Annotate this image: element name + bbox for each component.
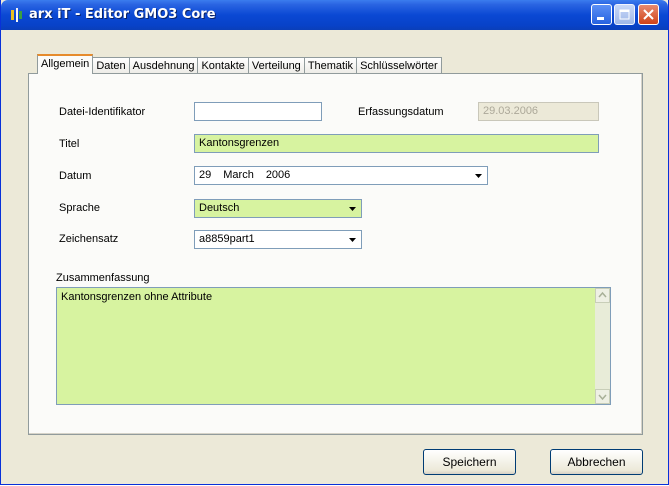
- close-button[interactable]: [638, 4, 659, 25]
- file-id-label: Datei-Identifikator: [59, 106, 146, 118]
- tab-strip: Allgemein Daten Ausdehnung Kontakte Vert…: [37, 54, 442, 74]
- maximize-button[interactable]: [614, 4, 635, 25]
- chevron-down-icon[interactable]: [472, 169, 485, 182]
- charset-label: Zeichensatz: [59, 233, 119, 245]
- charset-select[interactable]: a8859part1: [194, 230, 362, 249]
- tab-schluesselwoerter[interactable]: Schlüsselwörter: [356, 57, 442, 74]
- window-title: arx iT - Editor GMO3 Core: [29, 7, 216, 22]
- minimize-icon: [597, 17, 604, 20]
- date-year: 2006: [265, 169, 291, 181]
- charset-value: a8859part1: [199, 233, 255, 245]
- maximize-icon: [619, 9, 630, 20]
- cancel-button[interactable]: Abbrechen: [550, 449, 643, 475]
- tab-daten[interactable]: Daten: [92, 57, 130, 74]
- capture-date-input: 29.03.2006: [478, 102, 599, 121]
- title-input[interactable]: Kantonsgrenzen: [194, 134, 599, 153]
- date-label: Datum: [59, 170, 92, 182]
- scroll-down-icon[interactable]: [595, 389, 610, 404]
- summary-textarea[interactable]: Kantonsgrenzen ohne Attribute: [56, 287, 611, 405]
- capture-date-label: Erfassungsdatum: [358, 106, 444, 118]
- close-icon: [643, 9, 654, 20]
- chevron-down-icon[interactable]: [346, 233, 359, 246]
- title-bar[interactable]: arx iT - Editor GMO3 Core: [1, 0, 668, 30]
- scroll-up-icon[interactable]: [595, 288, 610, 303]
- language-label: Sprache: [59, 202, 100, 214]
- summary-label: Zusammenfassung: [56, 272, 150, 284]
- tab-ausdehnung[interactable]: Ausdehnung: [128, 57, 199, 74]
- tab-allgemein[interactable]: Allgemein: [37, 54, 94, 74]
- summary-scrollbar[interactable]: [595, 288, 610, 404]
- tab-verteilung[interactable]: Verteilung: [247, 57, 305, 74]
- minimize-button[interactable]: [591, 4, 612, 25]
- tab-thematik[interactable]: Thematik: [303, 57, 358, 74]
- chevron-down-icon[interactable]: [346, 202, 359, 215]
- date-picker[interactable]: 29 March 2006: [194, 166, 488, 185]
- title-label: Titel: [59, 138, 80, 150]
- save-button[interactable]: Speichern: [423, 449, 516, 475]
- language-value: Deutsch: [199, 202, 240, 214]
- file-id-input[interactable]: [194, 102, 322, 121]
- date-day: 29: [199, 169, 212, 181]
- language-select[interactable]: Deutsch: [194, 199, 362, 218]
- editor-window: arx iT - Editor GMO3 Core Allgemein Date…: [0, 0, 669, 485]
- summary-text: Kantonsgrenzen ohne Attribute: [61, 291, 213, 303]
- date-month: March: [223, 169, 254, 181]
- tab-kontakte[interactable]: Kontakte: [197, 57, 249, 74]
- app-icon: [11, 8, 22, 22]
